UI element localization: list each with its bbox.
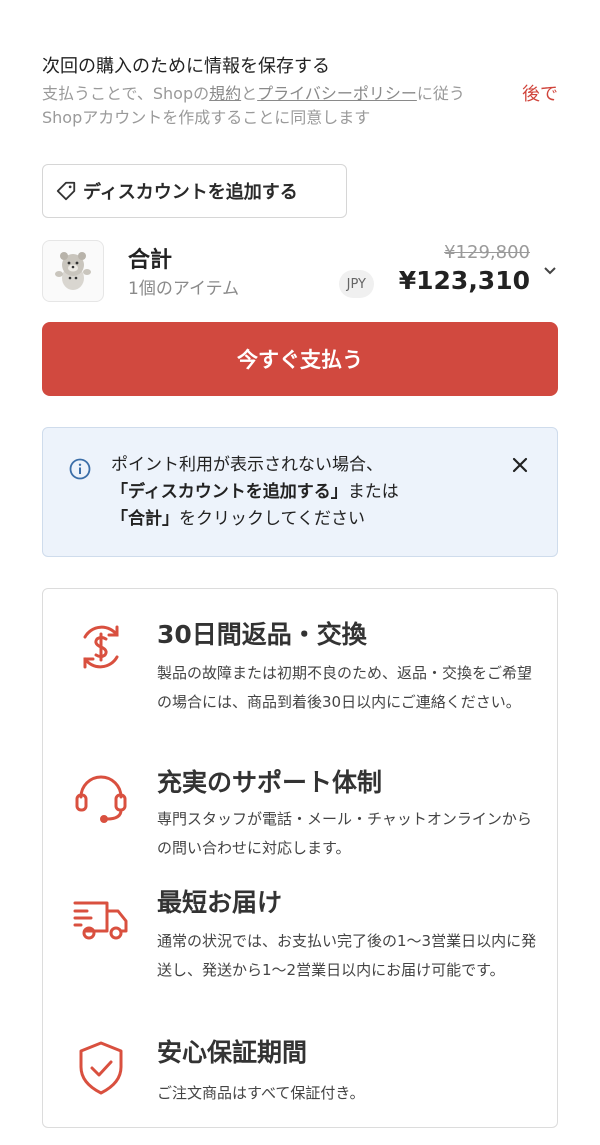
checkout-page: 次回の購入のために情報を保存する 支払うことで、Shopの規約とプライバシーポリ… bbox=[0, 0, 600, 1145]
points-info-banner: ポイント利用が表示されない場合、 「ディスカウントを追加する」または 「合計」を… bbox=[42, 427, 558, 557]
later-button[interactable]: 後で bbox=[522, 80, 558, 106]
close-icon[interactable] bbox=[511, 456, 529, 474]
feature-desc: 製品の故障または初期不良のため、返品・交換をご希望の場合には、商品到着後30日以… bbox=[157, 664, 533, 711]
product-thumbnail bbox=[42, 240, 104, 302]
info-banner-text: ポイント利用が表示されない場合、 「ディスカウントを追加する」または 「合計」を… bbox=[111, 452, 511, 533]
feature-title: 最短お届け bbox=[157, 888, 283, 917]
feature-title: 充実のサポート体制 bbox=[157, 768, 383, 797]
add-discount-label: ディスカウントを追加する bbox=[83, 182, 298, 203]
terms-link[interactable]: 規約 bbox=[209, 84, 241, 103]
info-line-3: 「合計」をクリックしてください bbox=[111, 506, 511, 533]
feature-desc: 専門スタッフが電話・メール・チャットオンラインからの問い合わせに対応します。 bbox=[157, 810, 532, 857]
info-line-2-bold: 「ディスカウントを追加する」 bbox=[111, 482, 348, 502]
feature-desc: 通常の状況では、お支払い完了後の1〜3営業日以内に発送し、発送から1〜2営業日以… bbox=[157, 932, 537, 979]
info-line-1: ポイント利用が表示されない場合、 bbox=[111, 455, 383, 475]
save-info-section: 次回の購入のために情報を保存する 支払うことで、Shopの規約とプライバシーポリ… bbox=[42, 54, 558, 130]
info-icon bbox=[69, 458, 91, 480]
pay-now-button[interactable]: 今すぐ支払う bbox=[42, 322, 558, 396]
benefits-section: 30日間返品・交換 製品の故障または初期不良のため、返品・交換をご希望の場合には… bbox=[42, 588, 558, 1128]
add-discount-button[interactable]: ディスカウントを追加する bbox=[42, 164, 347, 218]
tag-icon bbox=[56, 181, 76, 201]
refund-exchange-icon bbox=[83, 625, 119, 669]
delivery-truck-icon bbox=[73, 901, 128, 940]
total-label: 合計 bbox=[128, 248, 173, 273]
save-info-title: 次回の購入のために情報を保存する bbox=[42, 56, 330, 77]
original-price: ¥129,800 bbox=[444, 242, 530, 263]
feature-desc: ご注文商品はすべて保証付き。 bbox=[157, 1084, 365, 1102]
info-line-3-rest: をクリックしてください bbox=[179, 509, 365, 529]
currency-badge: JPY bbox=[338, 270, 374, 298]
save-info-body: 支払うことで、Shopの規約とプライバシーポリシーに従うShopアカウントを作成… bbox=[42, 82, 502, 130]
feature-title: 安心保証期間 bbox=[157, 1038, 308, 1067]
info-line-3-bold: 「合計」 bbox=[111, 509, 179, 529]
final-price: ¥123,310 bbox=[398, 266, 530, 295]
save-info-text-2: と bbox=[241, 84, 258, 103]
info-line-2-rest: または bbox=[347, 482, 399, 502]
privacy-policy-link[interactable]: プライバシーポリシー bbox=[257, 84, 417, 103]
order-summary-toggle[interactable]: 合計 1個のアイテム ¥129,800 JPY ¥123,310 bbox=[42, 238, 558, 304]
shield-check-icon bbox=[79, 1041, 123, 1095]
info-line-2: 「ディスカウントを追加する」または bbox=[111, 479, 511, 506]
item-count: 1個のアイテム bbox=[128, 279, 240, 299]
headset-icon bbox=[75, 775, 127, 823]
bear-figure-image bbox=[55, 252, 91, 290]
feature-title: 30日間返品・交換 bbox=[157, 620, 367, 649]
chevron-down-icon bbox=[544, 267, 556, 275]
save-info-text-1: 支払うことで、Shopの bbox=[42, 84, 210, 103]
